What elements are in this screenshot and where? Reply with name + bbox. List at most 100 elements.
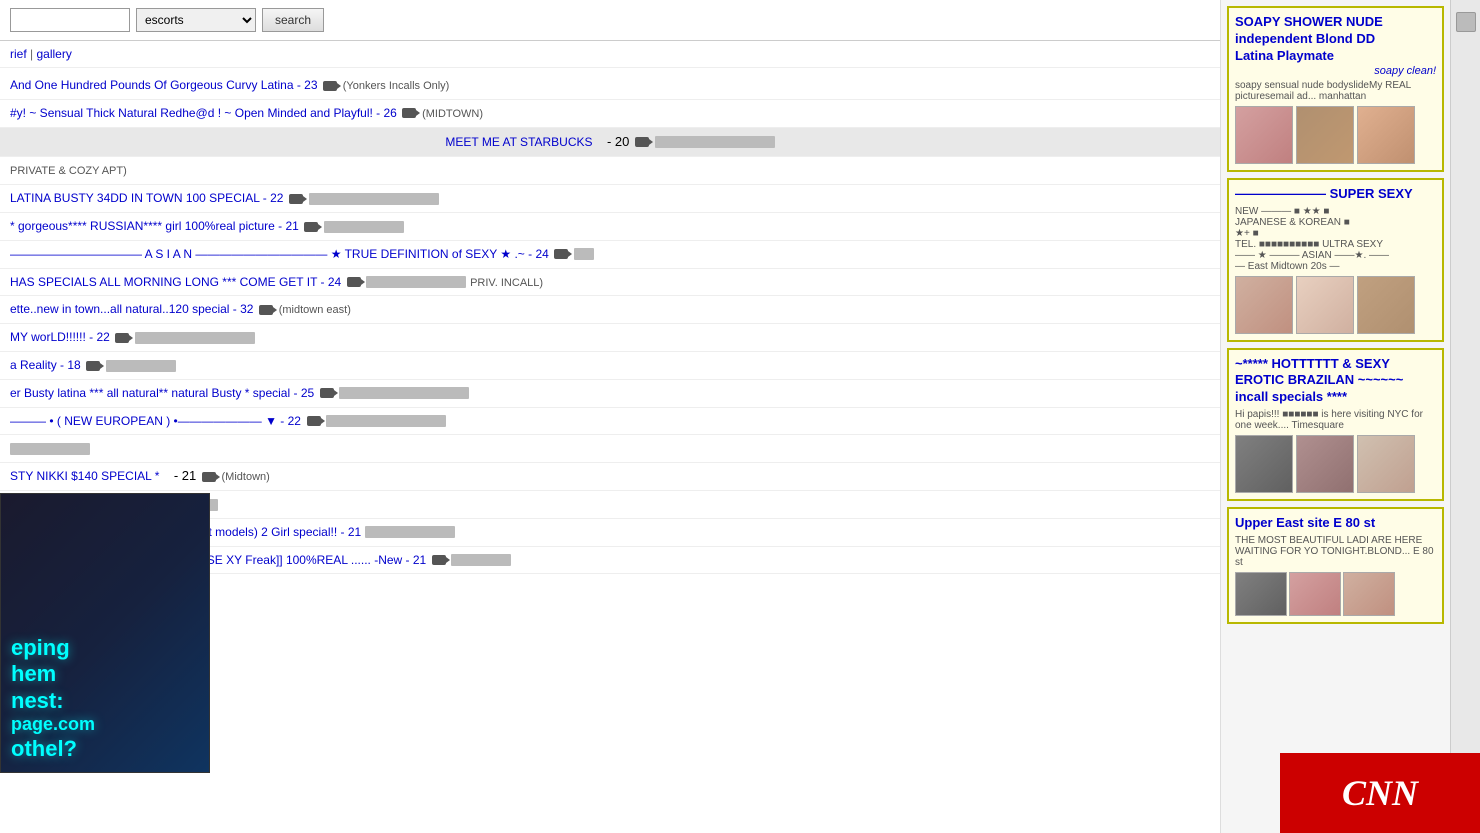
listing-link[interactable]: LATINA BUSTY 34DD IN TOWN 100 SPECIAL - … bbox=[10, 191, 283, 205]
listing-link[interactable]: STY NIKKI $140 SPECIAL * bbox=[10, 469, 159, 483]
blurred-content bbox=[10, 443, 90, 455]
listing-link[interactable]: a Reality - 18 bbox=[10, 358, 81, 372]
listing-link[interactable]: HAS SPECIALS ALL MORNING LONG *** COME G… bbox=[10, 275, 341, 289]
ad-thumb bbox=[1296, 435, 1354, 493]
list-item: MY worLD!!!!!! - 22 bbox=[0, 324, 1220, 352]
ad-thumbs-supersexy bbox=[1235, 276, 1436, 334]
camera-icon bbox=[432, 555, 446, 565]
blurred-content bbox=[309, 193, 439, 205]
video-line4: page.com bbox=[11, 714, 199, 736]
blurred-content bbox=[135, 332, 255, 344]
blurred-content bbox=[326, 415, 446, 427]
listing-meta: PRIV. INCALL) bbox=[470, 277, 543, 289]
ad-title-soapy: SOAPY SHOWER NUDEindependent Blond DDLat… bbox=[1235, 14, 1436, 65]
nav-link-gallery[interactable]: gallery bbox=[36, 47, 71, 61]
listing-link[interactable]: er Busty latina *** all natural** natura… bbox=[10, 386, 314, 400]
list-item: STY NIKKI $140 SPECIAL * - 21 (Midtown) bbox=[0, 463, 1220, 491]
ad-thumbs-soapy bbox=[1235, 106, 1436, 164]
top-bar: escorts adult jobs massage search bbox=[0, 0, 1220, 41]
sidebar-ad-supersexy[interactable]: ——————— SUPER SEXY NEW ——— ■ ★★ ■ JAPANE… bbox=[1227, 178, 1444, 342]
listing-link[interactable]: * gorgeous**** RUSSIAN**** girl 100%real… bbox=[10, 219, 299, 233]
blurred-content bbox=[655, 136, 775, 148]
list-item: HAS SPECIALS ALL MORNING LONG *** COME G… bbox=[0, 269, 1220, 297]
sidebar-ad-soapy[interactable]: SOAPY SHOWER NUDEindependent Blond DDLat… bbox=[1227, 6, 1444, 172]
cnn-overlay: CNN bbox=[1280, 753, 1480, 833]
listing-link[interactable]: ——————————— A S I A N ——————————— ★ TRUE… bbox=[10, 247, 549, 261]
blurred-content bbox=[339, 387, 469, 399]
list-item: PRIVATE & COZY APT) bbox=[0, 157, 1220, 185]
search-button[interactable]: search bbox=[262, 8, 324, 32]
ad-thumb bbox=[1296, 276, 1354, 334]
ad-thumb bbox=[1357, 276, 1415, 334]
listing-meta: PRIVATE & COZY APT) bbox=[10, 165, 127, 177]
far-right-panel bbox=[1450, 0, 1480, 833]
video-text: eping hem nest: page.com othel? bbox=[11, 635, 199, 762]
video-content: eping hem nest: page.com othel? bbox=[1, 494, 209, 772]
video-line1: eping bbox=[11, 635, 199, 661]
content-area: escorts adult jobs massage search rief |… bbox=[0, 0, 1220, 833]
list-item: MEET ME AT STARBUCKS - 20 bbox=[0, 128, 1220, 158]
list-item: a Reality - 18 bbox=[0, 352, 1220, 380]
ad-thumb bbox=[1357, 435, 1415, 493]
list-item: LATINA BUSTY 34DD IN TOWN 100 SPECIAL - … bbox=[0, 185, 1220, 213]
right-sidebar: SOAPY SHOWER NUDEindependent Blond DDLat… bbox=[1220, 0, 1450, 833]
category-select[interactable]: escorts adult jobs massage bbox=[136, 8, 256, 32]
listing-meta: (midtown east) bbox=[279, 304, 351, 316]
camera-icon bbox=[202, 472, 216, 482]
listing-link[interactable]: #y! ~ Sensual Thick Natural Redhe@d ! ~ … bbox=[10, 106, 397, 120]
blurred-content bbox=[365, 526, 455, 538]
list-item: ——— • ( NEW EUROPEAN ) •——————— ▼ - 22 bbox=[0, 408, 1220, 436]
ad-highlight-soapy: soapy clean! bbox=[1374, 65, 1436, 77]
ad-thumb bbox=[1357, 106, 1415, 164]
listing-link[interactable]: MY worLD!!!!!! - 22 bbox=[10, 330, 110, 344]
list-item: ——————————— A S I A N ——————————— ★ TRUE… bbox=[0, 241, 1220, 269]
sidebar-ad-uppereast[interactable]: Upper East site E 80 st THE MOST BEAUTIF… bbox=[1227, 507, 1444, 624]
ad-thumb bbox=[1235, 435, 1293, 493]
listing-link[interactable]: And One Hundred Pounds Of Gorgeous Curvy… bbox=[10, 78, 318, 92]
nav-link-rief[interactable]: rief bbox=[10, 47, 27, 61]
video-overlay: eping hem nest: page.com othel? bbox=[0, 493, 210, 773]
cnn-logo: CNN bbox=[1342, 772, 1418, 814]
ad-thumb bbox=[1235, 572, 1287, 616]
ad-thumb bbox=[1296, 106, 1354, 164]
ad-title-brazilian: ~***** HOTTTTTT & SEXYEROTIC BRAZILAN ~~… bbox=[1235, 356, 1436, 407]
listing-meta: (MIDTOWN) bbox=[422, 108, 483, 120]
main-layout: escorts adult jobs massage search rief |… bbox=[0, 0, 1480, 833]
list-item: And One Hundred Pounds Of Gorgeous Curvy… bbox=[0, 72, 1220, 100]
camera-icon bbox=[289, 194, 303, 204]
ad-thumb bbox=[1235, 276, 1293, 334]
camera-icon bbox=[115, 333, 129, 343]
video-line2: hem bbox=[11, 661, 199, 687]
ad-thumb bbox=[1235, 106, 1293, 164]
ad-body-brazilian: Hi papis!!! ■■■■■■ is here visiting NYC … bbox=[1235, 409, 1436, 431]
ad-body-supersexy: NEW ——— ■ ★★ ■ JAPANESE & KOREAN ■ ★+ ■ … bbox=[1235, 206, 1436, 272]
listing-link[interactable]: ette..new in town...all natural..120 spe… bbox=[10, 302, 253, 316]
nav-links: rief | gallery bbox=[0, 41, 1220, 68]
sidebar-ad-brazilian[interactable]: ~***** HOTTTTTT & SEXYEROTIC BRAZILAN ~~… bbox=[1227, 348, 1444, 502]
list-item bbox=[0, 435, 1220, 463]
camera-icon bbox=[635, 137, 649, 147]
list-item: * gorgeous**** RUSSIAN**** girl 100%real… bbox=[0, 213, 1220, 241]
ad-thumb bbox=[1343, 572, 1395, 616]
scrollbar-thumb[interactable] bbox=[1456, 12, 1476, 32]
search-input[interactable] bbox=[10, 8, 130, 32]
listing-link[interactable]: ——— • ( NEW EUROPEAN ) •——————— ▼ - 22 bbox=[10, 414, 301, 428]
ad-body-soapy: soapy sensual nude bodyslideMy REAL pict… bbox=[1235, 80, 1436, 102]
camera-icon bbox=[347, 277, 361, 287]
blurred-content bbox=[106, 360, 176, 372]
video-line3: nest: bbox=[11, 688, 199, 714]
ad-title-supersexy: ——————— SUPER SEXY bbox=[1235, 186, 1436, 203]
blurred-content bbox=[574, 248, 594, 260]
blurred-content bbox=[366, 276, 466, 288]
camera-icon bbox=[402, 108, 416, 118]
list-item: ette..new in town...all natural..120 spe… bbox=[0, 296, 1220, 324]
listing-meta: (Yonkers Incalls Only) bbox=[343, 80, 450, 92]
camera-icon bbox=[554, 249, 568, 259]
camera-icon bbox=[304, 222, 318, 232]
listing-meta: (Midtown) bbox=[222, 471, 270, 483]
blurred-content bbox=[324, 221, 404, 233]
listing-link[interactable]: MEET ME AT STARBUCKS bbox=[445, 135, 592, 149]
list-item: er Busty latina *** all natural** natura… bbox=[0, 380, 1220, 408]
camera-icon bbox=[320, 388, 334, 398]
ad-body-uppereast: THE MOST BEAUTIFUL LADI ARE HERE WAITING… bbox=[1235, 535, 1436, 568]
